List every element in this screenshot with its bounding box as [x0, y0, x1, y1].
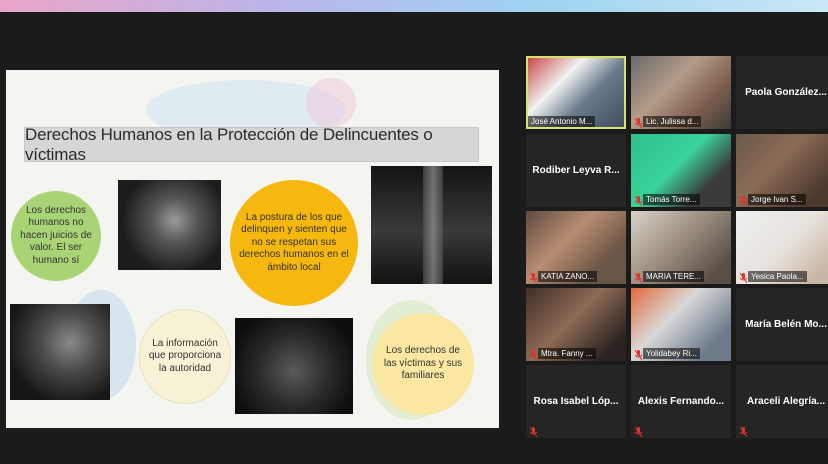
participant-name: José Antonio M... [528, 116, 596, 127]
slide-title: Derechos Humanos en la Protección de Del… [24, 125, 479, 164]
participant-name: Tomás Torre... [643, 194, 700, 205]
participant-name: Araceli Alegría... [747, 396, 825, 407]
participant-tile[interactable]: Araceli Alegría... [736, 365, 828, 438]
participant-name: MARIA TERE... [643, 271, 704, 282]
muted-mic-icon [739, 193, 748, 207]
participant-name: Yolidabey Ri... [643, 348, 700, 359]
participant-name: Alexis Fernando... [637, 396, 725, 407]
participant-tile[interactable]: María Belén Mo... [736, 288, 828, 361]
participant-tile[interactable]: KATIA ZANO... [526, 211, 626, 284]
muted-mic-icon [529, 270, 538, 284]
decor-shape [306, 78, 356, 128]
muted-mic-icon [739, 270, 748, 284]
participant-tile[interactable]: Lic. Julissa d... [631, 56, 731, 129]
bubble-victims-rights: Los derechos de las víctimas y sus famil… [372, 313, 474, 415]
photo-covered-mouth [10, 304, 110, 400]
participant-name: Yesica Paola... [748, 271, 807, 282]
participant-name: María Belén Mo... [745, 319, 827, 330]
photo-bound-wrists [235, 318, 353, 414]
muted-mic-icon [529, 347, 538, 361]
window-top-bar [0, 0, 828, 12]
participant-tile[interactable]: Yolidabey Ri... [631, 288, 731, 361]
muted-mic-icon [634, 270, 643, 284]
bubble-authority-information: La información que proporciona la autori… [139, 309, 231, 404]
participant-name: Lic. Julissa d... [643, 116, 702, 127]
participant-name: Jorge Ivan S... [748, 194, 806, 205]
participant-tile[interactable]: Rodiber Leyva R... [526, 134, 626, 207]
participant-tile[interactable]: MARIA TERE... [631, 211, 731, 284]
participant-tile[interactable]: Tomás Torre... [631, 134, 731, 207]
muted-mic-icon [529, 424, 538, 438]
muted-mic-icon [634, 347, 643, 361]
participant-name: Rosa Isabel Lóp... [533, 396, 619, 407]
muted-mic-icon [634, 424, 643, 438]
muted-mic-icon [739, 424, 748, 438]
participant-name: KATIA ZANO... [538, 271, 598, 282]
shared-screen-slide: Derechos Humanos en la Protección de Del… [6, 70, 499, 428]
participant-tile[interactable]: Mtra. Fanny ... [526, 288, 626, 361]
participant-name: Rodiber Leyva R... [532, 165, 620, 176]
bubble-no-value-judgements: Los derechos humanos no hacen juicios de… [11, 191, 101, 281]
participant-tile[interactable]: José Antonio M... [526, 56, 626, 129]
photo-tied-hands [371, 166, 492, 284]
participant-tile[interactable]: Paola González... [736, 56, 828, 129]
participant-tile[interactable]: Jorge Ivan S... [736, 134, 828, 207]
participant-tile[interactable]: Rosa Isabel Lóp... [526, 365, 626, 438]
participant-tile[interactable]: Yesica Paola... [736, 211, 828, 284]
participant-tile[interactable]: Alexis Fernando... [631, 365, 731, 438]
photo-praying-hands [118, 180, 221, 270]
muted-mic-icon [634, 193, 643, 207]
participant-name: Paola González... [745, 87, 827, 98]
participant-name: Mtra. Fanny ... [538, 348, 596, 359]
bubble-offenders-stance: La postura de los que delinquen y siente… [230, 180, 358, 306]
muted-mic-icon [634, 115, 643, 129]
